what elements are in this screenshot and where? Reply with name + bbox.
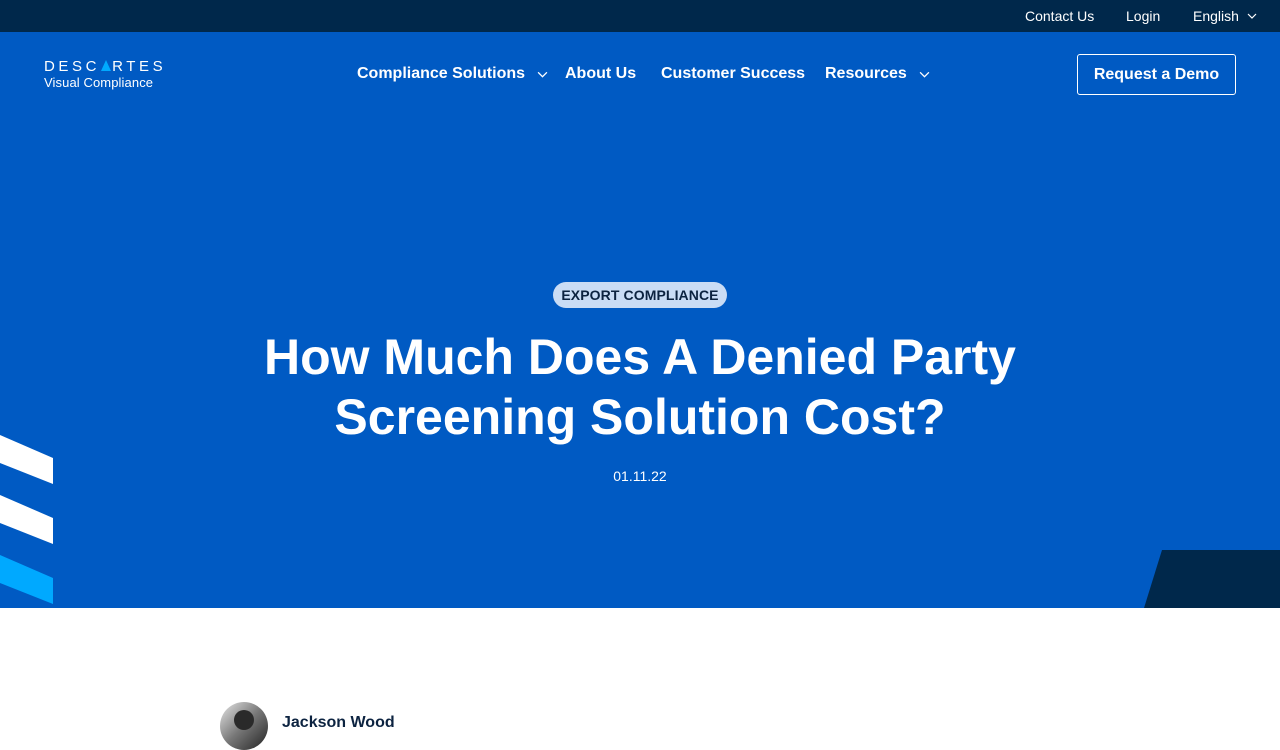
nav-label: Resources [825, 65, 907, 82]
author-avatar [220, 702, 268, 750]
nav-label: Customer Success [661, 65, 806, 82]
hero-section: DESC RTES Visual Compliance Compliance So… [0, 32, 1280, 608]
publish-date: 01.11.22 [613, 468, 667, 484]
logo-triangle-icon [101, 60, 112, 71]
language-selector[interactable]: English [1193, 8, 1257, 24]
chevron-down-icon [1247, 13, 1257, 19]
nav-about-us[interactable]: About Us [565, 65, 636, 83]
logo-wordmark-part1: DESC [44, 58, 101, 75]
nav-customer-success[interactable]: Customer Success [661, 65, 805, 83]
logo-subtitle: Visual Compliance [44, 75, 154, 90]
author-block: Jackson Wood [220, 702, 395, 750]
chevron-down-icon [537, 71, 548, 78]
logo-wordmark-part2: RTES [112, 58, 167, 75]
login-link[interactable]: Login [1126, 8, 1160, 24]
chevron-down-icon [919, 71, 930, 78]
nav-resources[interactable]: Resources [825, 65, 930, 83]
nav-compliance-solutions[interactable]: Compliance Solutions [357, 65, 548, 83]
page-title: How Much Does A Denied Party Screening S… [264, 329, 1016, 445]
request-demo-button[interactable]: Request a Demo [1077, 54, 1236, 95]
language-label: English [1193, 8, 1239, 24]
stripe-white-mid [0, 495, 53, 544]
nav-label: About Us [565, 65, 637, 82]
decorative-corner-shape [1144, 550, 1280, 608]
decorative-stripes [0, 435, 53, 604]
utility-bar: Contact Us Login English [0, 0, 1280, 32]
descartes-logo[interactable]: DESC RTES Visual Compliance [44, 59, 174, 93]
stripe-white-top [0, 435, 53, 484]
nav-label: Compliance Solutions [357, 65, 526, 82]
stripe-accent [0, 555, 53, 604]
category-badge[interactable]: EXPORT COMPLIANCE [553, 282, 727, 308]
author-name[interactable]: Jackson Wood [282, 714, 395, 732]
contact-us-link[interactable]: Contact Us [1025, 8, 1094, 24]
logo-wordmark: DESC RTES [44, 59, 174, 74]
